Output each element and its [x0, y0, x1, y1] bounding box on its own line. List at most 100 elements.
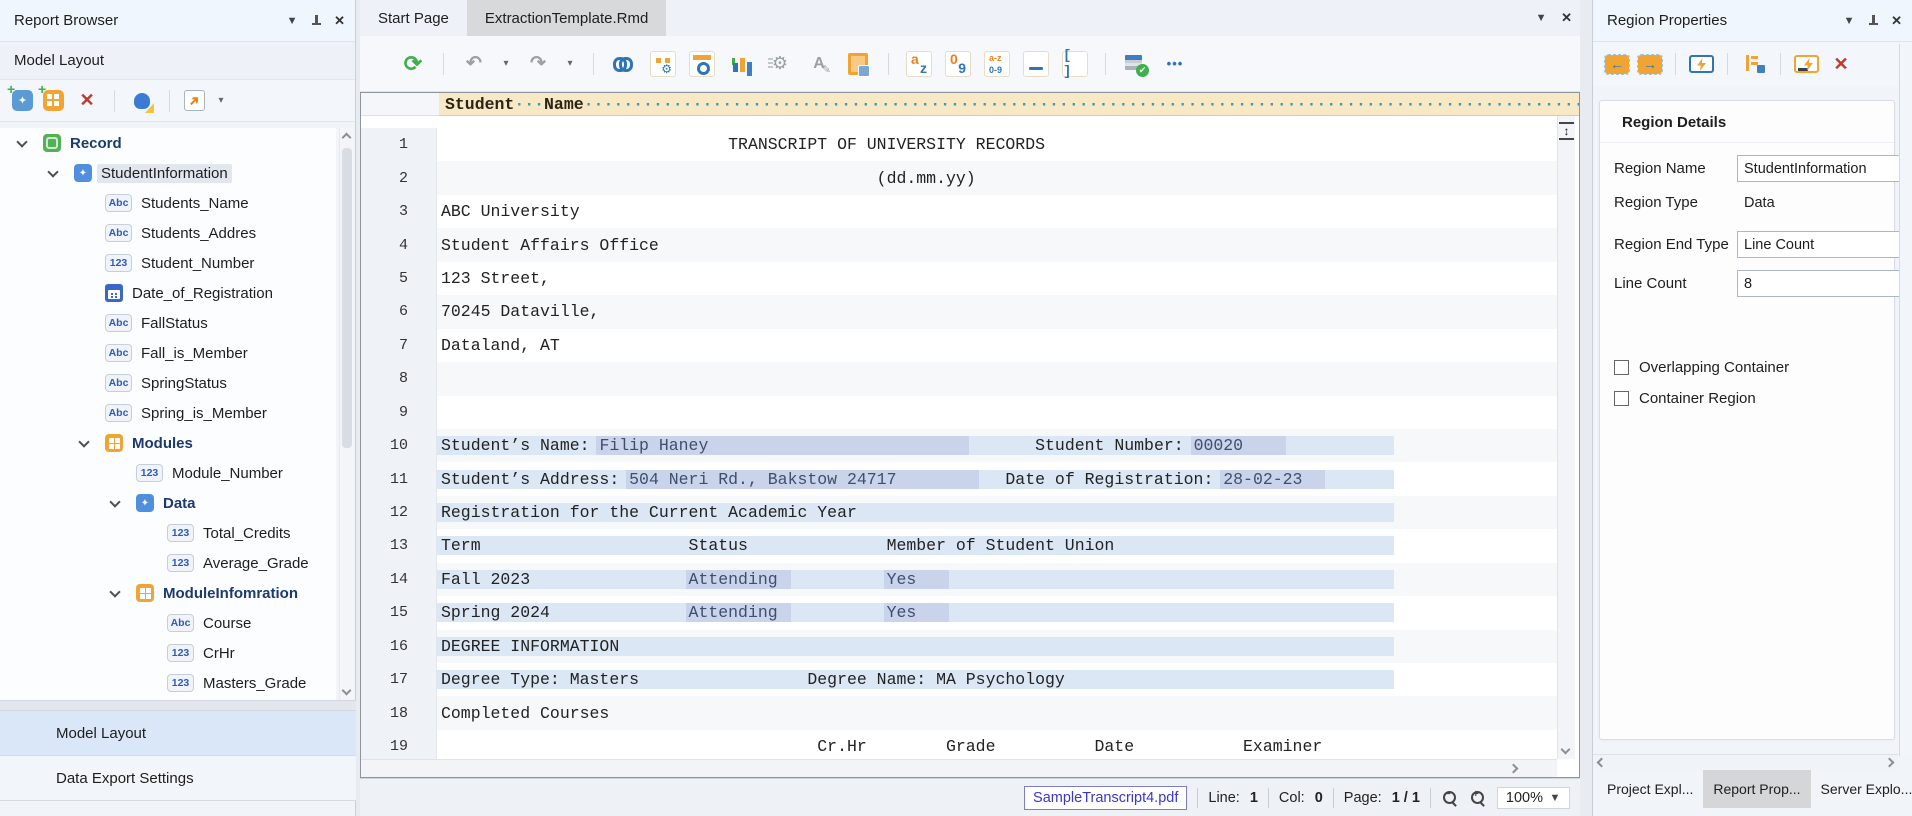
document-line-15[interactable]: 15Spring 2024 Attending Yes	[361, 596, 1557, 629]
overlapping-container-checkbox[interactable]	[1614, 360, 1629, 375]
panel-dropdown-icon[interactable]: ▼	[286, 15, 298, 27]
find-icon[interactable]	[611, 51, 637, 77]
refresh-icon[interactable]	[400, 51, 426, 77]
font-edit-icon[interactable]	[806, 51, 832, 77]
extracted-field-chip[interactable]: 28-02-23	[1220, 470, 1325, 489]
panel-close-icon[interactable]: ✕	[1891, 13, 1902, 29]
scroll-down-icon[interactable]	[1561, 745, 1571, 755]
tree-item-fallstatus[interactable]: FallStatus	[0, 308, 336, 338]
undo-icon[interactable]	[461, 51, 487, 77]
expand-chevron-icon[interactable]	[49, 171, 74, 176]
document-line-4[interactable]: 4Student Affairs Office	[361, 228, 1557, 261]
properties-vertical-scrollbar[interactable]	[1899, 44, 1912, 756]
tree-item-student-number[interactable]: Student_Number	[0, 248, 336, 278]
source-file-link[interactable]: SampleTranscript4.pdf	[1024, 786, 1187, 810]
tree-item-spring-is-member[interactable]: Spring_is_Member	[0, 398, 336, 428]
chart-icon[interactable]	[728, 51, 754, 77]
copy-page-icon[interactable]	[848, 53, 868, 75]
tree-item-record[interactable]: Record	[0, 128, 336, 158]
region-list-icon[interactable]	[1741, 51, 1767, 77]
tree-item-students-name[interactable]: Students_Name	[0, 188, 336, 218]
extracted-field-chip[interactable]: Yes	[884, 570, 949, 589]
document-line-19[interactable]: 19 Cr.Hr Grade Date Examiner	[361, 730, 1557, 759]
caret-icon[interactable]	[500, 51, 512, 77]
tab-list-dropdown-icon[interactable]: ▼	[1535, 12, 1547, 24]
tab-close-icon[interactable]: ✕	[1561, 10, 1572, 26]
scroll-right-icon[interactable]	[1509, 764, 1519, 774]
table-check-icon[interactable]	[1123, 51, 1149, 77]
export-icon[interactable]	[184, 90, 205, 111]
tree-item-springstatus[interactable]: SpringStatus	[0, 368, 336, 398]
add-table-icon[interactable]	[43, 90, 64, 111]
verify-icon[interactable]	[689, 51, 715, 77]
ruler-text[interactable]: Student···Name··························…	[439, 93, 1579, 116]
tree-item-modules[interactable]: Modules	[0, 428, 336, 458]
scrollbar-thumb[interactable]	[342, 148, 352, 448]
tool-tab-serverexplo[interactable]: Server Explo...	[1811, 770, 1912, 808]
tree-item-studentinformation[interactable]: StudentInformation	[0, 158, 336, 188]
document-line-16[interactable]: 16DEGREE INFORMATION	[361, 630, 1557, 663]
container-region-checkbox[interactable]	[1614, 391, 1629, 406]
range-icon[interactable]	[984, 51, 1010, 77]
document-line-3[interactable]: 3ABC University	[361, 195, 1557, 228]
document-line-18[interactable]: 18Completed Courses	[361, 696, 1557, 729]
region-end-type-input[interactable]	[1737, 231, 1900, 258]
document-horizontal-scrollbar[interactable]	[361, 759, 1557, 777]
document-line-14[interactable]: 14Fall 2023 Attending Yes	[361, 563, 1557, 596]
expand-chevron-icon[interactable]	[18, 141, 43, 146]
prev-region-icon[interactable]	[1605, 55, 1629, 74]
document-line-7[interactable]: 7Dataland, AT	[361, 329, 1557, 362]
caret-icon[interactable]	[215, 88, 227, 114]
document-line-2[interactable]: 2 (dd.mm.yy)	[361, 161, 1557, 194]
add-record-icon[interactable]	[12, 90, 33, 111]
panel-splitter[interactable]	[0, 700, 356, 711]
tree-item-fall-is-member[interactable]: Fall_is_Member	[0, 338, 336, 368]
tree-item-moduleinfomration[interactable]: ModuleInfomration	[0, 578, 336, 608]
panel-pin-icon[interactable]	[310, 14, 322, 28]
panel-switch-data-export-settings[interactable]: Data Export Settings	[0, 756, 356, 801]
caret-icon[interactable]	[564, 51, 576, 77]
extracted-field-chip[interactable]: Filip Haney	[596, 436, 968, 455]
trap-ruler[interactable]: Student···Name··························…	[361, 93, 1579, 116]
region-name-input[interactable]	[1737, 155, 1900, 182]
document-line-17[interactable]: 17Degree Type: Masters Degree Name: MA P…	[361, 663, 1557, 696]
delete-item-icon[interactable]	[74, 88, 100, 114]
extracted-field-chip[interactable]: Attending	[686, 570, 791, 589]
document-line-6[interactable]: 670245 Dataville,	[361, 295, 1557, 328]
tree-item-students-addres[interactable]: Students_Addres	[0, 218, 336, 248]
scroll-right-icon[interactable]	[1885, 758, 1895, 768]
assign-model-icon[interactable]	[129, 88, 155, 114]
tree-item-average-grade[interactable]: Average_Grade	[0, 548, 336, 578]
tree-scrollbar[interactable]	[339, 128, 353, 700]
next-region-icon[interactable]	[1638, 55, 1662, 74]
document-line-9[interactable]: 9	[361, 396, 1557, 429]
tab-start-page[interactable]: Start Page	[360, 0, 467, 36]
expand-chevron-icon[interactable]	[111, 591, 136, 596]
tree-item-crhr[interactable]: CrHr	[0, 638, 336, 668]
tree-item-date-of-registration[interactable]: Date_of_Registration	[0, 278, 336, 308]
extracted-field-chip[interactable]: Attending	[686, 603, 791, 622]
document-line-8[interactable]: 8	[361, 362, 1557, 395]
document-line-11[interactable]: 11Student’s Address: 504 Neri Rd., Bakst…	[361, 462, 1557, 495]
properties-horizontal-scrollbar[interactable]	[1593, 754, 1898, 770]
tree-item-module-number[interactable]: Module_Number	[0, 458, 336, 488]
sort-09-icon[interactable]	[945, 51, 971, 77]
extracted-field-chip[interactable]: 00020	[1191, 436, 1286, 455]
panel-dropdown-icon[interactable]: ▼	[1843, 15, 1855, 27]
tree-item-masters-grade[interactable]: Masters_Grade	[0, 668, 336, 698]
expand-chevron-icon[interactable]	[80, 441, 105, 446]
tree-item-data[interactable]: Data	[0, 488, 336, 518]
auto-define-icon[interactable]	[650, 51, 676, 77]
scroll-left-icon[interactable]	[1597, 758, 1607, 768]
line-count-input[interactable]	[1737, 270, 1900, 297]
tool-tab-projectexpl[interactable]: Project Expl...	[1597, 770, 1703, 808]
more-icon[interactable]	[1162, 51, 1188, 77]
delete-region-icon[interactable]	[1828, 51, 1854, 77]
document-line-5[interactable]: 5123 Street,	[361, 262, 1557, 295]
zoom-out-icon[interactable]: −	[1441, 789, 1459, 807]
trap-icon[interactable]	[1689, 55, 1714, 73]
sort-az-icon[interactable]	[906, 51, 932, 77]
panel-pin-icon[interactable]	[1867, 14, 1879, 28]
document-vertical-scrollbar[interactable]: ↕	[1557, 116, 1575, 759]
tree-item-total-credits[interactable]: Total_Credits	[0, 518, 336, 548]
